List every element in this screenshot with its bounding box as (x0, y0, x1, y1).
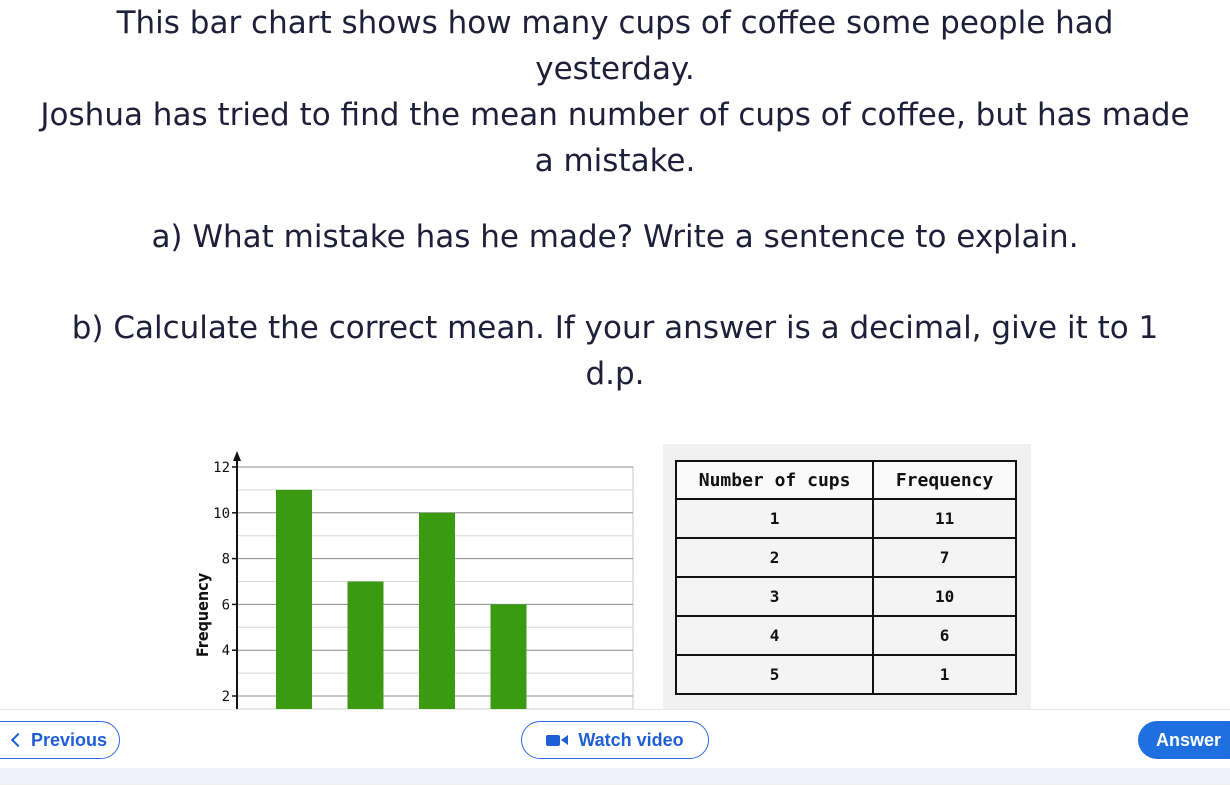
table-cell: 1 (674, 498, 875, 539)
bar-4 (490, 604, 527, 709)
answer-button[interactable]: Answer (1138, 721, 1230, 759)
bar-1 (276, 489, 312, 709)
table-cell: 5 (674, 654, 875, 695)
answer-button-label: Answer (1156, 729, 1222, 750)
question-part-a: a) What mistake has he made? Write a sen… (151, 219, 1079, 255)
question-line-2: Joshua has tried to find the mean number… (40, 97, 1190, 179)
table-cell: 7 (872, 537, 1017, 578)
table-header-frequency: Frequency (872, 460, 1017, 500)
table-cell: 11 (872, 498, 1017, 539)
y-tick-label: 2 (222, 689, 230, 705)
y-tick-label: 4 (222, 643, 230, 659)
bar-3 (419, 512, 455, 709)
y-axis-arrow (233, 451, 241, 461)
previous-button[interactable]: Previous (0, 721, 120, 759)
table-cell: 6 (872, 615, 1017, 656)
table-row: 4 6 (674, 615, 1017, 656)
table-header-row: Number of cups Frequency (674, 460, 1017, 500)
table-row: 5 1 (674, 654, 1017, 695)
y-tick-label: 10 (213, 506, 230, 522)
table-cell: 10 (872, 576, 1017, 617)
table-header-cups: Number of cups (674, 460, 875, 500)
table-cell: 2 (674, 537, 875, 578)
table-cell: 1 (872, 654, 1017, 695)
y-tick-label: 12 (213, 460, 230, 476)
table-row: 3 10 (674, 576, 1017, 617)
chevron-left-icon (10, 732, 26, 748)
table-cell: 3 (674, 576, 875, 617)
frequency-table-panel: Number of cups Frequency 1 11 2 7 3 10 4… (663, 444, 1031, 709)
question-line-1: This bar chart shows how many cups of co… (116, 5, 1114, 87)
y-tick-label: 6 (222, 597, 230, 613)
frequency-table: Number of cups Frequency 1 11 2 7 3 10 4… (674, 460, 1017, 695)
bar-2 (347, 581, 384, 709)
table-row: 2 7 (674, 537, 1017, 578)
table-cell: 4 (674, 615, 875, 656)
question-part-b: b) Calculate the correct mean. If your a… (71, 310, 1159, 392)
watch-video-button[interactable]: Watch video (521, 721, 709, 759)
table-row: 1 11 (674, 498, 1017, 539)
bar-chart: 2 4 6 8 10 12 Frequency (193, 451, 634, 709)
watch-video-button-label: Watch video (578, 729, 684, 750)
y-tick-label: 8 (222, 552, 230, 568)
y-axis-title: Frequency (193, 572, 212, 657)
previous-button-label: Previous (30, 729, 108, 750)
bottom-shade (0, 768, 1230, 785)
video-camera-icon (546, 734, 569, 746)
